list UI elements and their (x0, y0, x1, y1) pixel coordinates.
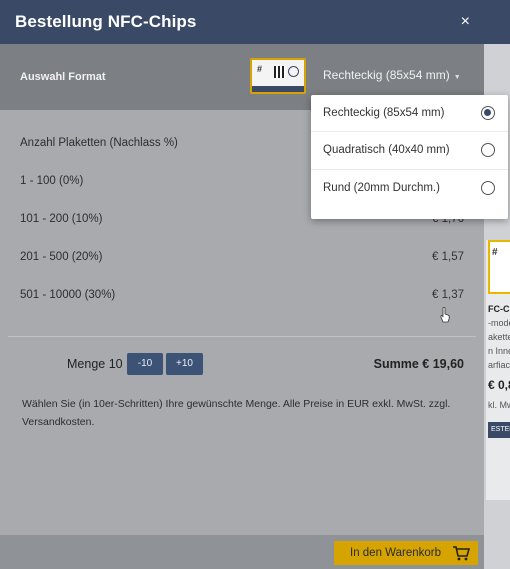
background-card-sub: kl. MwS (488, 400, 510, 410)
format-dropdown: Rechteckig (85x54 mm) Quadratisch (40x40… (311, 95, 508, 219)
background-card-line: -mode (488, 318, 510, 328)
order-modal: Bestellung NFC-Chips × Auswahl Format # … (0, 0, 484, 569)
format-option-label: Rechteckig (85x54 mm) (323, 107, 445, 120)
hash-icon: # (257, 64, 263, 74)
table-row: 201 - 500 (20%) € 1,57 (20, 238, 464, 276)
qr-code-icon (274, 66, 286, 78)
add-to-cart-label: In den Warenkorb (350, 547, 441, 559)
background-card-line: n Inner (488, 346, 510, 356)
background-card-title: FC-Chi (488, 304, 510, 314)
radio-unselected[interactable] (481, 143, 495, 158)
tier-range: 1 - 100 (0%) (20, 175, 84, 187)
tier-range: 501 - 10000 (30%) (20, 289, 116, 301)
table-row: 501 - 10000 (30%) € 1,37 (20, 276, 464, 314)
background-card-line: aketten (488, 332, 510, 342)
hand-cursor-icon (440, 307, 450, 323)
price-table-header-label: Anzahl Plaketten (Nachlass %) (20, 137, 178, 149)
format-option-round[interactable]: Rund (20mm Durchm.) (311, 170, 508, 207)
background-product-card: # FC-Chi -mode aketten n Inner arfiach €… (486, 240, 510, 500)
background-card-price: € 0,8 (488, 378, 510, 392)
background-page: # FC-Chi -mode aketten n Inner arfiach €… (484, 0, 510, 569)
total-sum: Summe € 19,60 (373, 357, 464, 371)
format-select-value: Rechteckig (85x54 mm) (323, 68, 450, 82)
radio-unselected[interactable] (481, 181, 495, 196)
format-label: Auswahl Format (20, 71, 106, 83)
tier-range: 201 - 500 (20%) (20, 251, 103, 263)
increase-quantity-button[interactable]: +10 (166, 353, 203, 375)
cart-icon (453, 546, 470, 561)
add-to-cart-button[interactable]: In den Warenkorb (334, 541, 478, 565)
format-option-label: Quadratisch (40x40 mm) (323, 144, 450, 157)
background-card-thumbnail: # (488, 240, 510, 294)
modal-title: Bestellung NFC-Chips (15, 12, 197, 31)
quantity-label: Menge 10 (67, 357, 123, 371)
tier-price: € 1,57 (432, 251, 464, 263)
modal-footer: In den Warenkorb (0, 535, 484, 569)
format-option-square[interactable]: Quadratisch (40x40 mm) (311, 132, 508, 170)
format-preview-image: # (250, 58, 306, 94)
badge-icon (288, 66, 299, 77)
format-option-label: Rund (20mm Durchm.) (323, 182, 440, 195)
background-card-line: arfiach (488, 360, 510, 370)
radio-selected[interactable] (481, 106, 495, 121)
tier-price: € 1,37 (432, 289, 464, 301)
format-option-rectangular[interactable]: Rechteckig (85x54 mm) (311, 95, 508, 133)
info-note: Wählen Sie (in 10er-Schritten) Ihre gewü… (22, 398, 451, 428)
background-header (484, 0, 510, 44)
preview-bar (252, 86, 304, 92)
chevron-down-icon: ▼ (453, 74, 461, 81)
modal-header: Bestellung NFC-Chips × (0, 0, 484, 44)
close-icon[interactable]: × (461, 13, 470, 31)
format-select[interactable]: Rechteckig (85x54 mm) ▼ (323, 68, 461, 82)
quantity-row: Menge 10 -10 +10 Summe € 19,60 (0, 337, 484, 391)
background-card-button[interactable]: ESTELL (488, 422, 510, 438)
tier-range: 101 - 200 (10%) (20, 213, 103, 225)
decrease-quantity-button[interactable]: -10 (127, 353, 163, 375)
